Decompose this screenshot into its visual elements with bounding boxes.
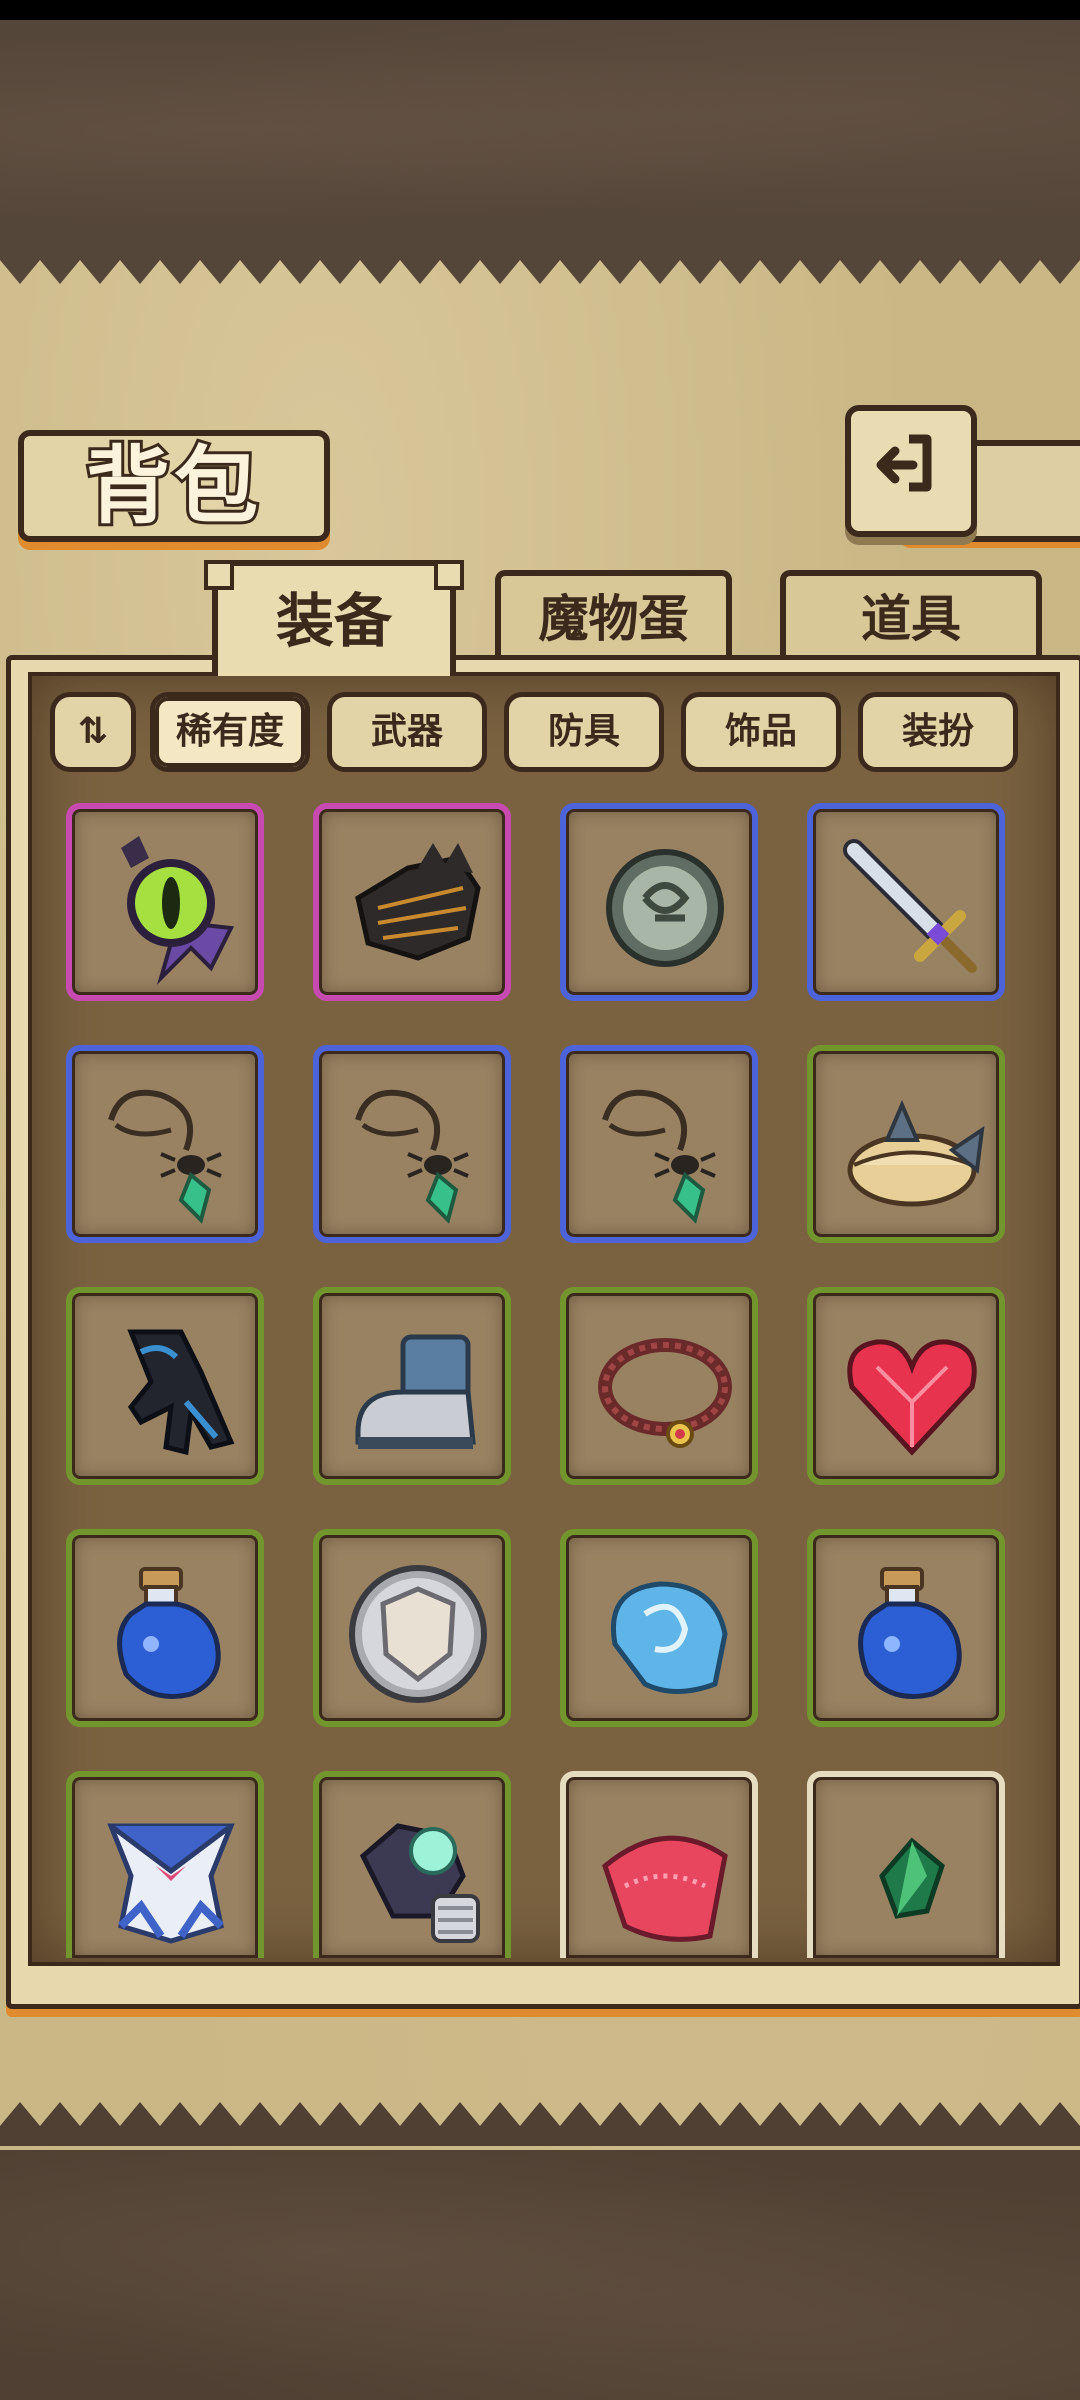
filter-armor[interactable]: 防具: [504, 692, 664, 772]
inventory-slot[interactable]: [66, 1771, 264, 1958]
metal-boot-icon: [355, 1334, 476, 1449]
back-arrow-icon: [876, 434, 932, 492]
title-banner: 背包: [18, 430, 330, 542]
sort-toggle-button[interactable]: ⇅: [50, 692, 136, 772]
dark-gauntlet-icon: [355, 843, 481, 961]
sort-toggle-icon: ⇅: [77, 711, 109, 752]
blue-potion-icon: [858, 1567, 962, 1699]
filter-weapon[interactable]: 武器: [327, 692, 487, 772]
page-title: 背包: [83, 434, 262, 538]
tab-items-label: 道具: [861, 590, 961, 648]
tab-monster-egg[interactable]: 魔物蛋: [495, 570, 732, 662]
tab-knob-left: [204, 560, 234, 590]
inventory-slot[interactable]: [807, 1529, 1005, 1727]
filter-armor-label: 防具: [547, 711, 620, 752]
back-button[interactable]: [845, 405, 977, 537]
spider-necklace-icon: [355, 1089, 469, 1224]
leather-collar-icon: [598, 1338, 732, 1448]
tab-equipment[interactable]: 装备: [204, 560, 464, 676]
inventory-slot[interactable]: [560, 1045, 758, 1243]
inventory-slot[interactable]: [560, 803, 758, 1001]
map-background-top: [0, 20, 1080, 240]
status-bar: [0, 0, 1080, 20]
inventory-slot[interactable]: [560, 1771, 758, 1958]
tab-knob-right: [434, 560, 464, 590]
fish-pie-icon: [847, 1099, 985, 1207]
inventory-slot[interactable]: [807, 803, 1005, 1001]
zigzag-edge-top: [0, 240, 1080, 284]
inventory-slot[interactable]: [66, 1045, 264, 1243]
stone-coin-icon: [606, 849, 724, 967]
inventory-slot[interactable]: [807, 1287, 1005, 1485]
filter-rarity-label: 稀有度: [175, 711, 284, 752]
inventory-slot[interactable]: [313, 1771, 511, 1958]
inventory-slot[interactable]: [560, 1529, 758, 1727]
tab-items[interactable]: 道具: [780, 570, 1042, 662]
zigzag-edge-bottom: [0, 2102, 1080, 2146]
filter-accessory[interactable]: 饰品: [681, 692, 841, 772]
filter-costume-label: 装扮: [901, 711, 974, 752]
inventory-slot[interactable]: [313, 1045, 511, 1243]
inventory-slot[interactable]: [66, 1529, 264, 1727]
heart-gem-icon: [847, 1339, 977, 1456]
inventory-slot[interactable]: [313, 1287, 511, 1485]
eye-staff-icon: [121, 836, 235, 985]
inventory-slot[interactable]: [66, 1287, 264, 1485]
inventory-slot[interactable]: [560, 1287, 758, 1485]
inventory-slot[interactable]: [807, 1045, 1005, 1243]
spider-necklace-icon: [602, 1089, 716, 1224]
green-crystal-icon: [879, 1837, 945, 1919]
sailor-outfit-icon: [107, 1823, 235, 1944]
filter-rarity[interactable]: 稀有度: [150, 692, 310, 772]
inventory-slot[interactable]: [66, 803, 264, 1001]
sword-icon: [843, 839, 977, 973]
pink-skirt-icon: [602, 1835, 728, 1942]
filter-costume[interactable]: 装扮: [858, 692, 1018, 772]
filter-accessory-label: 饰品: [724, 711, 797, 752]
tab-equipment-label: 装备: [275, 587, 392, 655]
blue-shell-icon: [611, 1581, 728, 1694]
tab-monster-egg-label: 魔物蛋: [538, 590, 689, 648]
dark-glove-icon: [127, 1329, 235, 1456]
blue-potion-icon: [117, 1567, 221, 1699]
inventory-slot[interactable]: [807, 1771, 1005, 1958]
crystal-glove-icon: [359, 1823, 480, 1943]
inventory-slot[interactable]: [313, 803, 511, 1001]
round-shield-icon: [349, 1565, 487, 1703]
spider-necklace-icon: [108, 1089, 222, 1224]
map-background-bottom: [0, 2150, 1080, 2400]
inventory-slot[interactable]: [313, 1529, 511, 1727]
filter-weapon-label: 武器: [370, 711, 443, 752]
